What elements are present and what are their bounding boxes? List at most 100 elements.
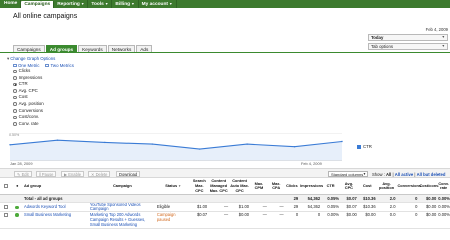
chart-point[interactable]: [293, 146, 296, 148]
chart-point[interactable]: [151, 143, 153, 145]
metric-radio[interactable]: [13, 69, 17, 74]
table-cell: [11, 194, 23, 203]
metric-option[interactable]: Cost: [13, 94, 44, 101]
column-header-status[interactable]: Status▼: [155, 179, 191, 195]
date-range-value: Today: [371, 35, 384, 40]
column-header-max-cpm[interactable]: Max. CPM: [250, 179, 268, 195]
column-header-conversions[interactable]: Conversions: [396, 179, 421, 195]
nav-my-account-label: My account: [141, 2, 169, 7]
columns-select[interactable]: Standard columns ▼: [328, 170, 368, 177]
play-icon: ▶: [64, 171, 68, 177]
metric-option[interactable]: Impressions: [13, 75, 44, 82]
cost-per-conv-cell: $0.00: [418, 211, 438, 230]
column-header-status-dot: ●: [11, 179, 23, 195]
table-toolbar: ✎ Edit ‖ Pause ▶ Enable ✕ Delete Downloa…: [0, 168, 450, 178]
metric-option[interactable]: Cost/conv.: [13, 114, 44, 121]
column-header-clicks[interactable]: Clicks: [284, 179, 300, 195]
select-all-checkbox[interactable]: [0, 179, 12, 195]
chart-point[interactable]: [9, 144, 11, 146]
metric-option[interactable]: CTR: [13, 81, 44, 88]
metric-radio[interactable]: [13, 115, 17, 120]
content-auto-max-cpc-cell[interactable]: $0.00: [229, 211, 251, 230]
column-header-ad-group[interactable]: Ad group: [23, 179, 89, 195]
two-metrics-option[interactable]: Two Metrics: [45, 63, 74, 68]
checkbox[interactable]: [3, 184, 8, 188]
chart-point[interactable]: [199, 148, 201, 150]
metric-radio[interactable]: [13, 102, 17, 107]
content-auto-max-cpc-cell[interactable]: $1.00: [229, 202, 251, 213]
page-title: All online campaigns: [13, 13, 78, 20]
ad-group-link[interactable]: Adwords Keyword Tool: [23, 202, 89, 213]
metric-radio[interactable]: [13, 76, 17, 80]
impressions-cell: 0: [299, 211, 322, 230]
search-max-cpc-cell[interactable]: $0.07: [190, 211, 209, 230]
row-checkbox[interactable]: [3, 213, 8, 218]
ctr-line-chart: [9, 133, 343, 161]
metric-label: Avg. CPC: [18, 87, 38, 93]
column-header-campaign[interactable]: Campaign: [88, 179, 156, 195]
total-clicks: 29: [284, 194, 300, 203]
row-checkbox[interactable]: [3, 205, 8, 210]
nav-tools[interactable]: Tools▼: [88, 0, 113, 8]
filter-all-active[interactable]: All active: [395, 172, 413, 177]
chevron-down-icon: ▼: [441, 44, 445, 48]
line-chart-icon: [13, 64, 17, 68]
nav-campaigns[interactable]: Campaigns: [21, 1, 55, 8]
column-header-cost-per-conv[interactable]: Cost/conv.: [418, 179, 439, 195]
nav-home[interactable]: Home: [1, 0, 22, 8]
dot-icon: ●: [16, 182, 19, 188]
column-header-max-cpa[interactable]: Max. CPA: [267, 179, 285, 195]
column-header-search-max-cpc[interactable]: Search Max. CPC: [190, 179, 209, 195]
column-header-avg-position[interactable]: Avg. position: [376, 179, 397, 195]
download-button[interactable]: Download: [116, 170, 141, 177]
total-conversions: 0: [396, 194, 419, 203]
pause-button[interactable]: ‖ Pause: [36, 170, 57, 177]
edit-button[interactable]: ✎ Edit: [14, 170, 32, 177]
metric-option[interactable]: Conversions: [13, 108, 44, 115]
date-range-select[interactable]: Today ▼: [368, 34, 448, 41]
metric-option[interactable]: Clicks: [13, 68, 44, 75]
search-max-cpc-cell[interactable]: $1.00: [190, 202, 209, 213]
filter-all[interactable]: All: [386, 172, 391, 177]
campaign-link[interactable]: YouTube Sponsored Videos Campaign: [88, 202, 156, 213]
delete-button[interactable]: ✕ Delete: [88, 170, 111, 177]
column-header-content-managed-max-cpc[interactable]: Content Managed Max. CPC: [208, 179, 230, 195]
ctr-cell: 0.05%: [321, 202, 340, 213]
metric-radio[interactable]: [13, 82, 17, 87]
filter-all-but-deleted[interactable]: All but deleted: [417, 172, 446, 177]
column-header-cost[interactable]: Cost: [357, 179, 377, 195]
pause-label: Pause: [41, 171, 54, 177]
show-label: Show :: [372, 171, 385, 177]
metric-label: Clicks: [18, 68, 31, 73]
column-header-content-auto-max-cpc[interactable]: Content Auto Max. CPC: [229, 179, 251, 195]
metric-radio[interactable]: [13, 109, 17, 113]
chart-point[interactable]: [341, 140, 343, 143]
column-header-impressions[interactable]: Impressions: [299, 179, 323, 195]
column-header-conv-rate[interactable]: Conv. rate: [437, 179, 450, 195]
nav-billing[interactable]: Billing▼: [112, 0, 139, 8]
campaign-link[interactable]: Marketing Top 200 Adwords Campaign Resul…: [88, 211, 156, 230]
enabled-status-dot-icon[interactable]: [15, 213, 20, 218]
metric-option[interactable]: Avg. CPC: [13, 88, 44, 95]
chart-point[interactable]: [56, 139, 59, 141]
metric-option[interactable]: Avg. position: [13, 101, 44, 108]
tab-options-select[interactable]: Tab options ▼: [368, 43, 448, 50]
total-label: Total - all ad groups: [23, 194, 89, 203]
column-header-ctr[interactable]: CTR: [321, 179, 340, 195]
enable-button[interactable]: ▶ Enable: [61, 170, 85, 177]
nav-reporting-label: Reporting: [57, 2, 80, 7]
chart-point[interactable]: [104, 141, 106, 144]
nav-reporting[interactable]: Reporting▼: [54, 0, 89, 8]
cost-cell: $0.00: [357, 211, 377, 230]
nav-my-account[interactable]: My account▼: [139, 0, 177, 8]
metric-radio[interactable]: [13, 122, 17, 126]
ad-group-link[interactable]: Small Business Marketing: [23, 211, 89, 230]
metric-radio[interactable]: [13, 89, 17, 93]
metric-radio[interactable]: [13, 95, 17, 100]
table-cell: [208, 194, 230, 203]
chart-point[interactable]: [246, 143, 248, 145]
change-graph-options-link[interactable]: ▾Change Graph Options: [7, 56, 55, 62]
total-impressions: 54,362: [299, 194, 322, 203]
column-header-avg-cpc[interactable]: Avg. CPC: [340, 179, 358, 195]
enabled-status-dot-icon[interactable]: [15, 205, 20, 210]
